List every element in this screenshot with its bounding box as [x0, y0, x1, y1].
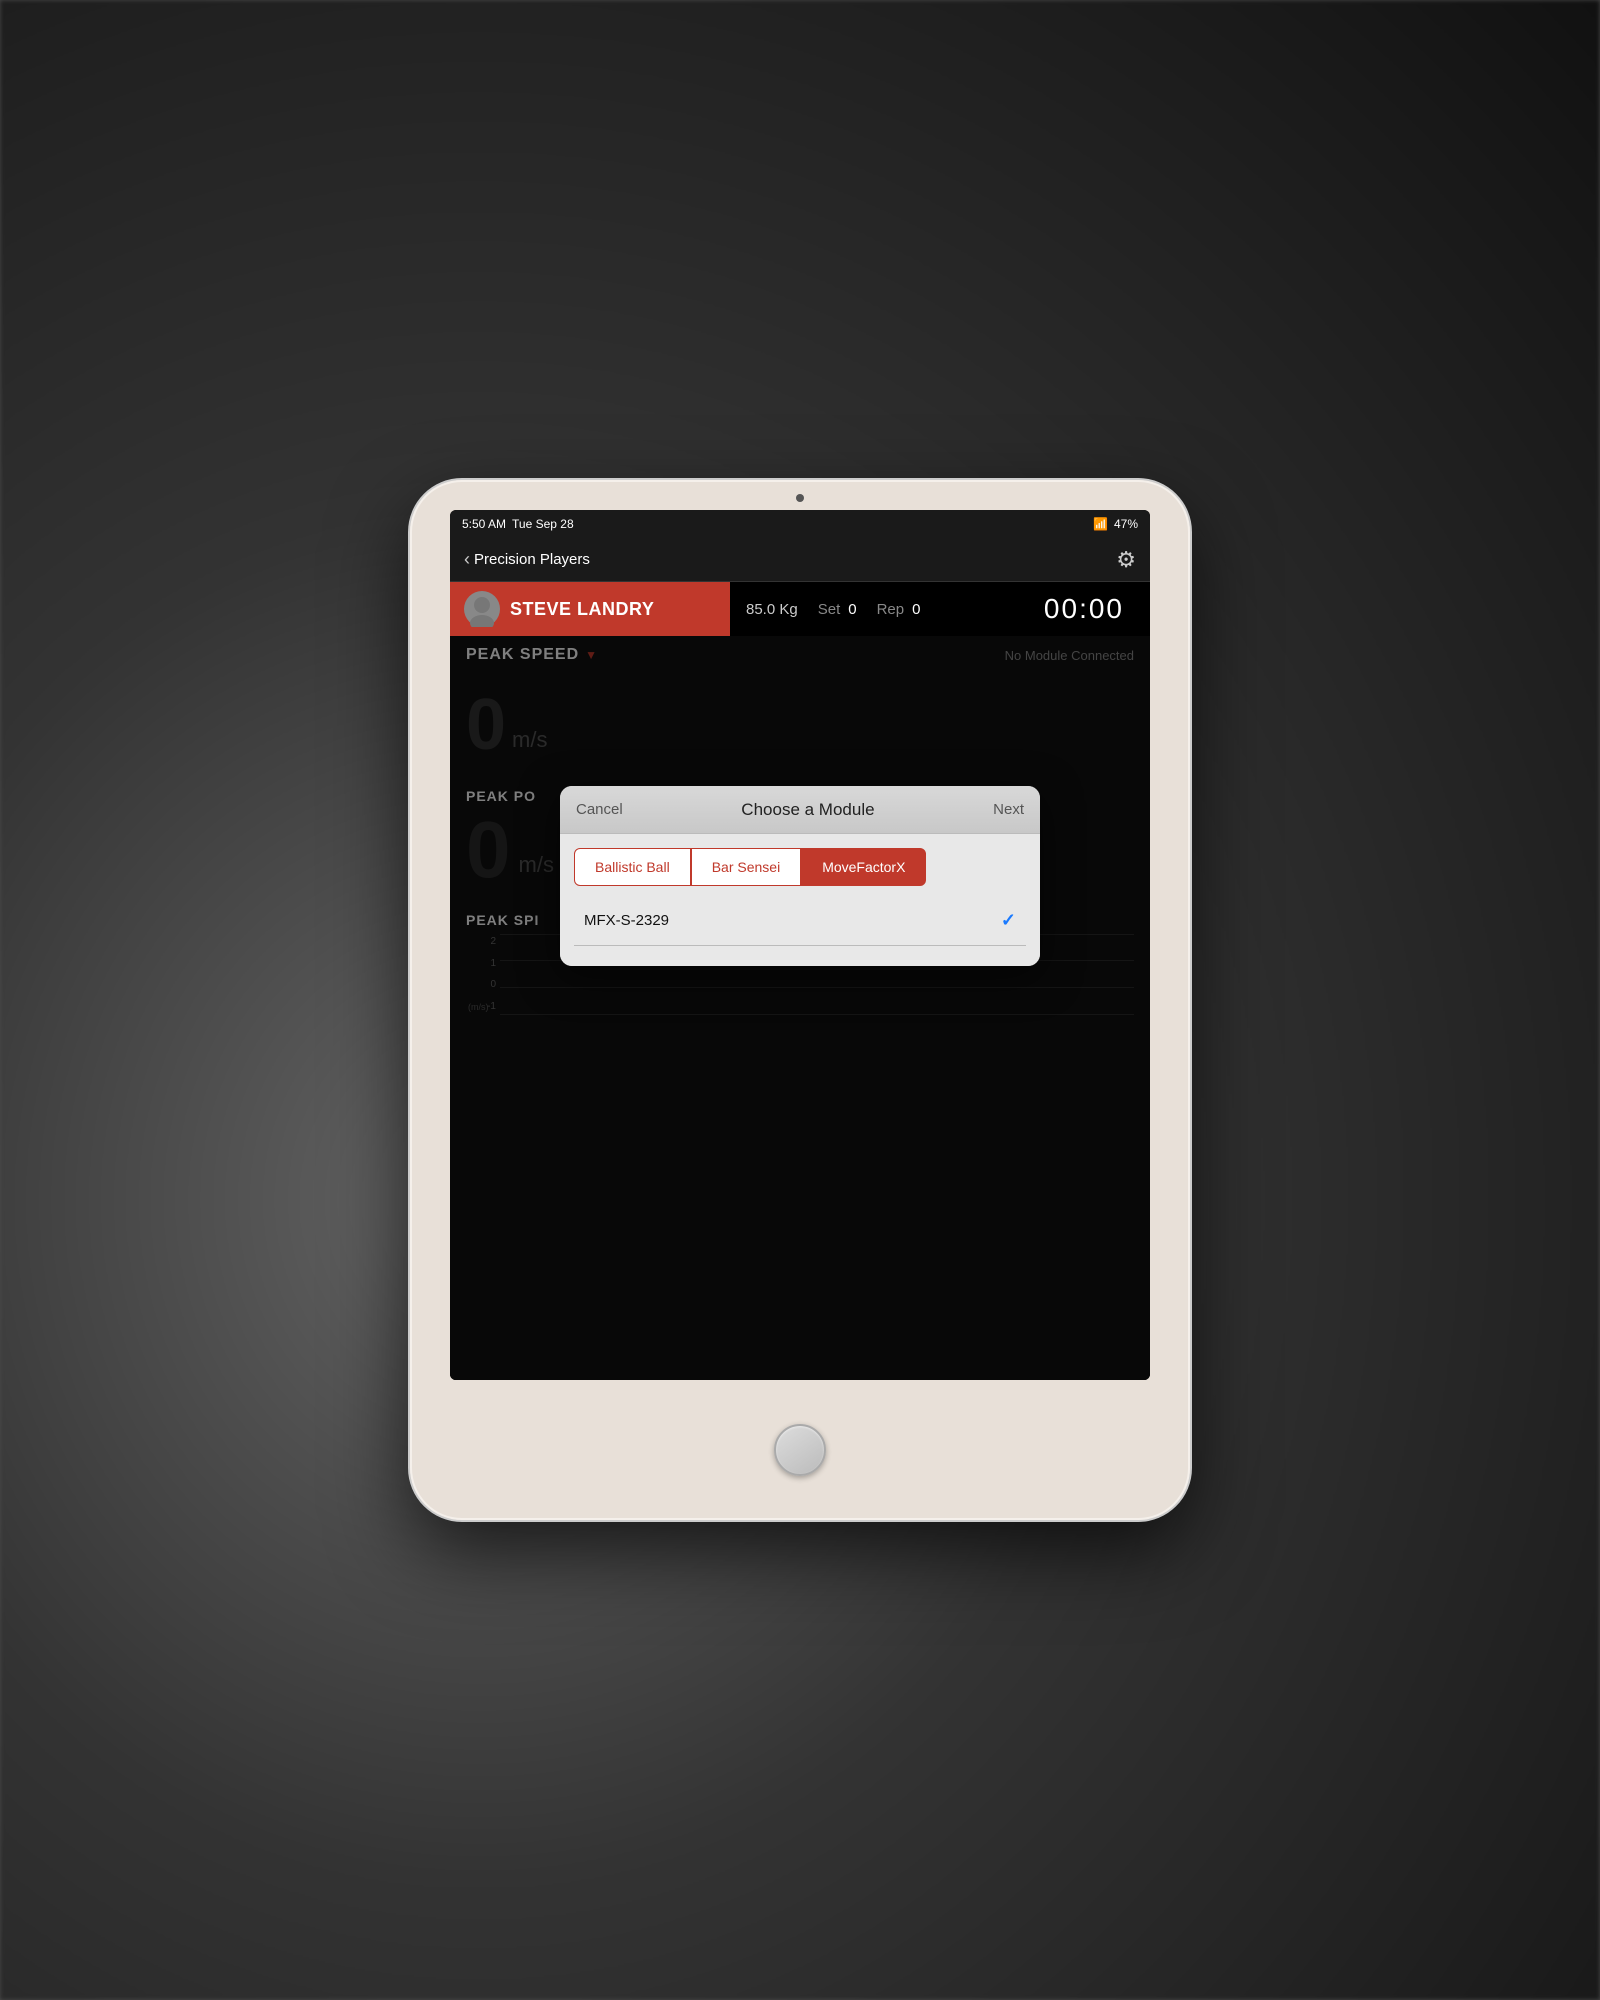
back-button[interactable]: ‹ Precision Players	[464, 549, 590, 570]
settings-icon[interactable]: ⚙	[1116, 547, 1136, 573]
modal-container: Cancel Choose a Module Next Ballistic Ba…	[560, 786, 1040, 966]
back-arrow-icon: ‹	[464, 549, 470, 570]
screen: 5:50 AM Tue Sep 28 📶 47% ‹ Precision Pla…	[450, 510, 1150, 1380]
rep-value: 0	[912, 601, 920, 618]
next-button[interactable]: Next	[993, 801, 1024, 818]
set-stat: Set 0	[818, 601, 857, 618]
tab-ballistic-ball[interactable]: Ballistic Ball	[574, 848, 691, 886]
module-tabs: Ballistic Ball Bar Sensei MoveFactorX	[560, 834, 1040, 886]
player-header: STEVE LANDRY 85.0 Kg Set 0 Rep 0 00:00	[450, 582, 1150, 636]
tab-bar-sensei[interactable]: Bar Sensei	[691, 848, 801, 886]
status-right: 📶 47%	[1093, 517, 1138, 531]
front-camera	[796, 494, 804, 502]
set-label: Set	[818, 601, 841, 618]
back-label: Precision Players	[474, 551, 590, 568]
device-list: MFX-S-2329 ✓	[560, 886, 1040, 966]
cancel-button[interactable]: Cancel	[576, 801, 623, 818]
device-name: MFX-S-2329	[584, 912, 669, 929]
timer-display: 00:00	[1044, 593, 1134, 625]
device-selected-icon: ✓	[1001, 910, 1016, 931]
time-display: 5:50 AM	[462, 517, 506, 531]
avatar	[464, 591, 500, 627]
status-bar: 5:50 AM Tue Sep 28 📶 47%	[450, 510, 1150, 538]
status-left: 5:50 AM Tue Sep 28	[462, 517, 574, 531]
device-item[interactable]: MFX-S-2329 ✓	[574, 896, 1026, 946]
home-button-area	[410, 1380, 1190, 1520]
modal-header: Cancel Choose a Module Next	[560, 786, 1040, 834]
modal-title: Choose a Module	[741, 800, 874, 820]
wifi-icon: 📶	[1093, 517, 1108, 531]
tab-movefactorx[interactable]: MoveFactorX	[801, 848, 926, 886]
player-name: STEVE LANDRY	[510, 599, 654, 620]
battery-display: 47%	[1114, 517, 1138, 531]
player-stats: 85.0 Kg Set 0 Rep 0 00:00	[730, 593, 1150, 625]
screen-content: STEVE LANDRY 85.0 Kg Set 0 Rep 0 00:00	[450, 582, 1150, 1380]
player-name-section: STEVE LANDRY	[450, 582, 730, 636]
date-display: Tue Sep 28	[512, 517, 574, 531]
weight-stat: 85.0 Kg	[746, 601, 798, 618]
rep-label: Rep	[877, 601, 905, 618]
home-button[interactable]	[774, 1424, 826, 1476]
rep-stat: Rep 0	[877, 601, 921, 618]
nav-bar: ‹ Precision Players ⚙	[450, 538, 1150, 582]
weight-value: 85.0 Kg	[746, 601, 798, 618]
modal-overlay: Cancel Choose a Module Next Ballistic Ba…	[450, 636, 1150, 1380]
ipad-frame: 5:50 AM Tue Sep 28 📶 47% ‹ Precision Pla…	[410, 480, 1190, 1520]
content-area: PEAK SPEED ▼ No Module Connected 0 m/s P…	[450, 636, 1150, 1380]
set-value: 0	[848, 601, 856, 618]
